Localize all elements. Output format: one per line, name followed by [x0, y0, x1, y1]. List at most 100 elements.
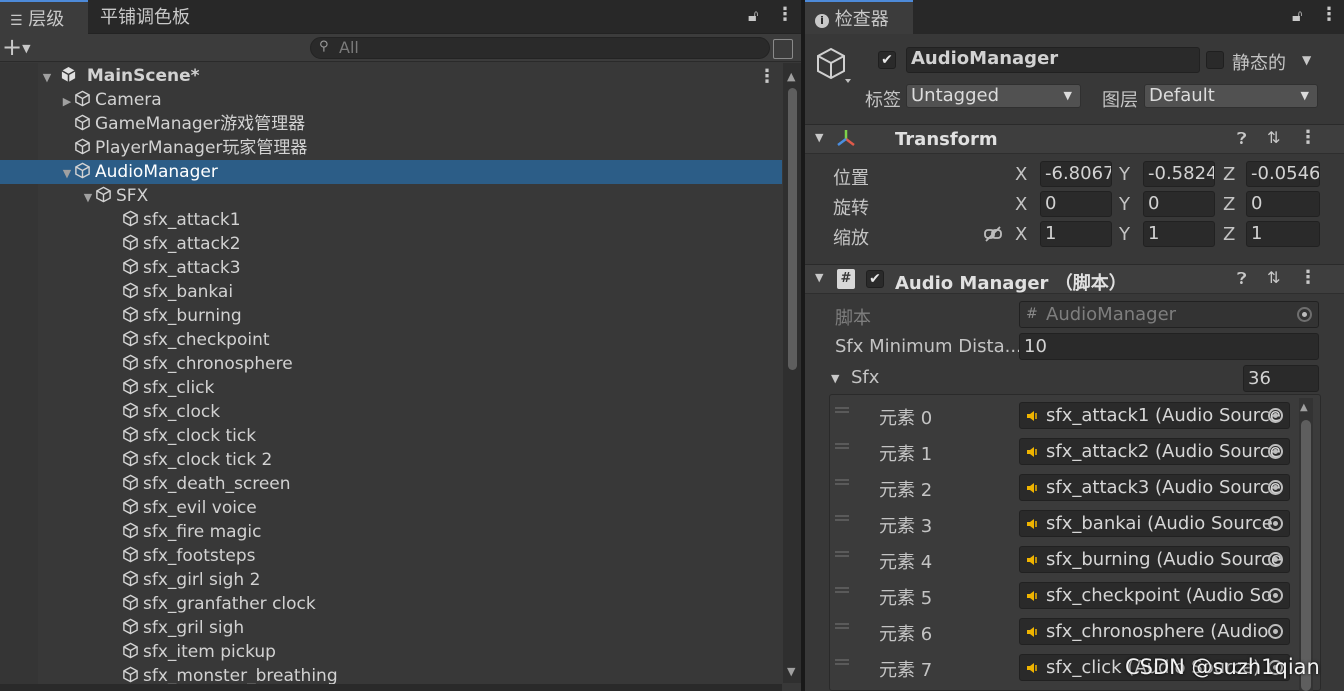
drag-handle-icon[interactable] — [835, 443, 849, 449]
search-input[interactable]: ⚲ All — [310, 37, 770, 59]
hierarchy-item[interactable]: sfx_footsteps — [0, 544, 782, 568]
hierarchy-item[interactable]: sfx_burning — [0, 304, 782, 328]
layer-dropdown[interactable]: Default ▼ — [1144, 84, 1318, 108]
drag-handle-icon[interactable] — [835, 551, 849, 557]
audio-source-field[interactable]: sfx_attack2 (Audio Source — [1019, 438, 1290, 465]
hierarchy-item[interactable]: ▶ Camera — [0, 88, 782, 112]
help-icon[interactable]: ❓︎ — [1237, 269, 1247, 289]
hierarchy-item[interactable]: sfx_girl sigh 2 — [0, 568, 782, 592]
scale-z-field[interactable]: 1 — [1246, 221, 1320, 247]
scroll-up-icon[interactable]: ▲ — [1300, 402, 1308, 413]
drag-handle-icon[interactable] — [835, 515, 849, 521]
sfx-min-distance-field[interactable]: 10 — [1019, 333, 1319, 360]
position-z-field[interactable]: -0.0546 — [1246, 161, 1320, 187]
scroll-down-icon[interactable]: ▼ — [787, 665, 795, 678]
tab-inspector[interactable]: i 检查器 — [805, 0, 913, 34]
hierarchy-item[interactable]: sfx_attack2 — [0, 232, 782, 256]
hierarchy-item[interactable]: PlayerManager玩家管理器 — [0, 136, 782, 160]
static-dropdown-icon[interactable]: ▼ — [1302, 53, 1311, 67]
foldout-arrow-icon[interactable]: ▼ — [815, 271, 823, 284]
search-scene-icon[interactable] — [773, 39, 793, 59]
hierarchy-item[interactable]: sfx_fire magic — [0, 520, 782, 544]
scale-y-field[interactable]: 1 — [1143, 221, 1215, 247]
hierarchy-item[interactable]: sfx_clock tick 2 — [0, 448, 782, 472]
hierarchy-item[interactable]: sfx_chronosphere — [0, 352, 782, 376]
tab-hierarchy[interactable]: ☰ 层级 — [0, 0, 88, 34]
expand-arrow-icon[interactable]: ▼ — [60, 162, 74, 186]
drag-handle-icon[interactable] — [835, 623, 849, 629]
component-enabled-checkbox[interactable]: ✔ — [866, 270, 884, 288]
transform-header[interactable] — [805, 124, 1344, 154]
object-picker-icon[interactable] — [1268, 552, 1283, 567]
sfx-foldout-icon[interactable]: ▼ — [831, 372, 839, 385]
inspector-panel: i 检查器 🔓︎ ⋮ ✔ AudioManager 静态的 ▼ 标签 Untag… — [805, 0, 1344, 691]
hierarchy-item[interactable]: ▼ AudioManager — [0, 160, 782, 184]
help-icon[interactable]: ❓︎ — [1237, 129, 1247, 149]
audio-source-field[interactable]: sfx_bankai (Audio Source — [1019, 510, 1290, 537]
audio-source-field[interactable]: sfx_chronosphere (Audio — [1019, 618, 1290, 645]
preset-icon[interactable]: ⇅ — [1267, 268, 1280, 287]
kebab-menu-icon[interactable]: ⋮ — [776, 4, 794, 25]
hierarchy-hscrollbar[interactable] — [0, 684, 782, 691]
static-checkbox[interactable] — [1206, 51, 1224, 69]
add-icon[interactable]: +▼ — [2, 34, 31, 62]
component-menu-icon[interactable]: ⋮ — [1299, 127, 1317, 148]
expand-arrow-icon[interactable]: ▼ — [81, 186, 95, 210]
rotation-y-field[interactable]: 0 — [1143, 191, 1215, 217]
hierarchy-item[interactable]: GameManager游戏管理器 — [0, 112, 782, 136]
list-scrollbar-thumb[interactable] — [1301, 420, 1311, 691]
kebab-menu-icon[interactable]: ⋮ — [1320, 4, 1338, 25]
hierarchy-item[interactable]: sfx_clock tick — [0, 424, 782, 448]
component-menu-icon[interactable]: ⋮ — [1299, 267, 1317, 288]
lock-icon[interactable]: 🔓︎ — [1292, 6, 1302, 26]
hierarchy-item[interactable]: sfx_attack1 — [0, 208, 782, 232]
hierarchy-item[interactable]: sfx_gril sigh — [0, 616, 782, 640]
tag-dropdown[interactable]: Untagged ▼ — [906, 84, 1081, 108]
sfx-array-size[interactable]: 36 — [1243, 365, 1319, 392]
object-picker-icon[interactable] — [1268, 444, 1283, 459]
position-x-field[interactable]: -6.8067 — [1040, 161, 1112, 187]
tab-tile-palette[interactable]: 平铺调色板 — [90, 0, 200, 34]
audio-source-field[interactable]: sfx_burning (Audio Source — [1019, 546, 1290, 573]
hierarchy-item[interactable]: sfx_evil voice — [0, 496, 782, 520]
hierarchy-item[interactable]: sfx_checkpoint — [0, 328, 782, 352]
scale-x-field[interactable]: 1 — [1040, 221, 1112, 247]
gameobject-cube-icon[interactable] — [815, 46, 851, 86]
hierarchy-item[interactable]: sfx_attack3 — [0, 256, 782, 280]
hierarchy-item[interactable]: sfx_death_screen — [0, 472, 782, 496]
object-picker-icon[interactable] — [1268, 516, 1283, 531]
rotation-x-field[interactable]: 0 — [1040, 191, 1112, 217]
lock-icon[interactable]: 🔓︎ — [748, 6, 758, 26]
scrollbar-thumb[interactable] — [788, 88, 797, 370]
hierarchy-item[interactable]: sfx_click — [0, 376, 782, 400]
scene-row[interactable]: ▼ MainScene* — [0, 64, 782, 88]
expand-arrow-icon[interactable]: ▼ — [40, 66, 54, 90]
audio-source-field[interactable]: sfx_attack3 (Audio Source — [1019, 474, 1290, 501]
drag-handle-icon[interactable] — [835, 659, 849, 665]
drag-handle-icon[interactable] — [835, 587, 849, 593]
drag-handle-icon[interactable] — [835, 479, 849, 485]
hierarchy-item[interactable]: sfx_item pickup — [0, 640, 782, 664]
object-picker-icon[interactable] — [1268, 480, 1283, 495]
rotation-z-field[interactable]: 0 — [1246, 191, 1320, 217]
position-y-field[interactable]: -0.5824 — [1143, 161, 1215, 187]
hierarchy-item-sfx[interactable]: ▼ SFX — [0, 184, 782, 208]
hierarchy-item[interactable]: sfx_clock — [0, 400, 782, 424]
scene-menu-icon[interactable]: ⋮ — [758, 66, 776, 87]
object-picker-icon[interactable] — [1268, 624, 1283, 639]
active-checkbox[interactable]: ✔ — [878, 51, 896, 69]
expand-arrow-icon[interactable]: ▶ — [60, 90, 74, 114]
drag-handle-icon[interactable] — [835, 407, 849, 413]
object-picker-icon[interactable] — [1268, 408, 1283, 423]
audio-source-field[interactable]: sfx_checkpoint (Audio So — [1019, 582, 1290, 609]
object-picker-icon[interactable] — [1268, 588, 1283, 603]
scroll-up-icon[interactable]: ▲ — [787, 70, 795, 83]
foldout-arrow-icon[interactable]: ▼ — [815, 131, 823, 144]
constrain-proportions-icon[interactable] — [983, 225, 1003, 243]
hierarchy-item[interactable]: sfx_granfather clock — [0, 592, 782, 616]
audio-source-field[interactable]: sfx_attack1 (Audio Source — [1019, 402, 1290, 429]
object-name-field[interactable]: AudioManager — [906, 47, 1200, 73]
preset-icon[interactable]: ⇅ — [1267, 128, 1280, 147]
rotation-label: 旋转 — [833, 198, 869, 219]
hierarchy-item[interactable]: sfx_bankai — [0, 280, 782, 304]
